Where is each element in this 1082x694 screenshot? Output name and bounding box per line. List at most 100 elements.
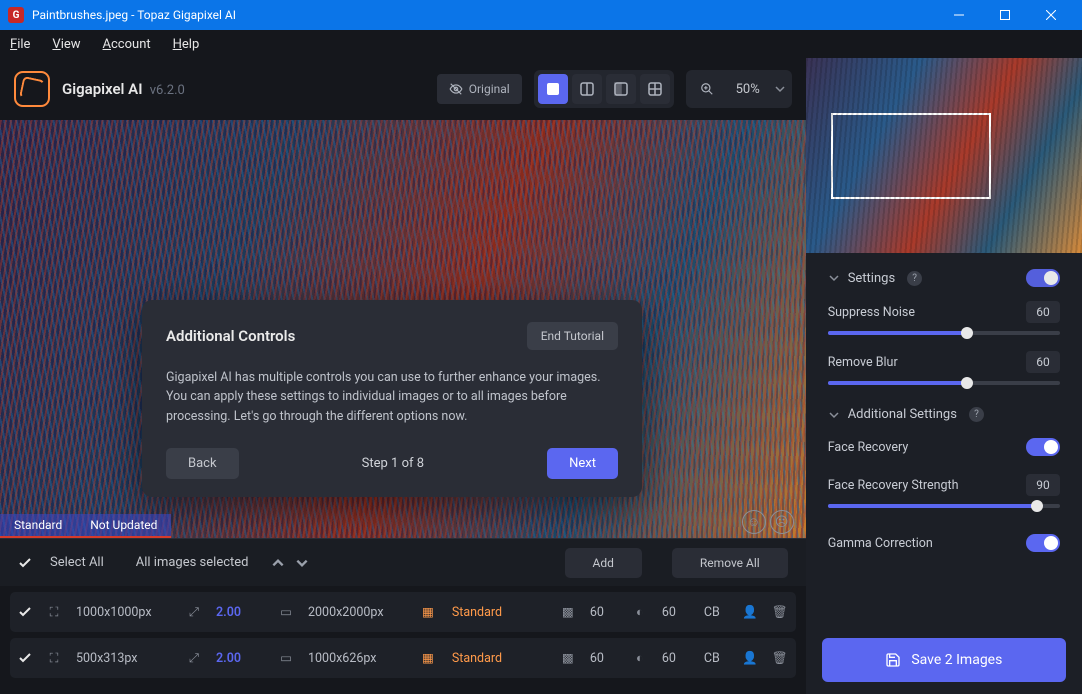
gamma-label: Gamma Correction <box>828 536 933 551</box>
step-indicator: Step 1 of 8 <box>239 456 548 471</box>
minimize-button[interactable] <box>936 0 982 30</box>
zoom-value[interactable]: 50% <box>728 82 768 97</box>
remove-all-button[interactable]: Remove All <box>672 548 788 578</box>
collapse-down-button[interactable] <box>291 552 313 574</box>
filestrip-header: Select All All images selected Add Remov… <box>0 538 806 586</box>
row-checkbox[interactable] <box>18 651 32 665</box>
menu-help[interactable]: Help <box>173 37 200 52</box>
update-badge: Not Updated <box>76 518 171 532</box>
window-title: Paintbrushes.jpeg - Topaz Gigapixel AI <box>32 8 936 22</box>
toolbar: Gigapixel AI v6.2.0 Original 50% <box>0 58 806 120</box>
select-all-checkbox[interactable] <box>18 556 32 570</box>
face-icon: 👤 <box>742 651 758 666</box>
face-strength-slider[interactable] <box>828 504 1060 508</box>
maximize-button[interactable] <box>982 0 1028 30</box>
noise-value: 60 <box>590 605 618 620</box>
help-icon[interactable]: ? <box>907 271 922 286</box>
face-recovery-toggle[interactable] <box>1026 438 1060 456</box>
select-all-label: Select All <box>50 555 104 570</box>
face-icon: 👤 <box>742 605 758 620</box>
canvas-status-strip: Standard Not Updated <box>0 514 171 538</box>
suppress-noise-row: Suppress Noise 60 <box>828 301 1060 335</box>
menubar: File View Account Help <box>0 30 1082 58</box>
save-icon <box>885 652 901 668</box>
settings-panel: Settings ? Suppress Noise 60 Remove B <box>806 58 1082 694</box>
face-recovery-row: Face Recovery <box>828 428 1060 466</box>
blur-value: 60 <box>662 651 690 666</box>
suppress-noise-label: Suppress Noise <box>828 305 915 320</box>
collapse-up-button[interactable] <box>267 552 289 574</box>
table-row[interactable]: ⛶500x313px⤢2.00▭1000x626px▦Standard▩60◐6… <box>10 638 796 678</box>
source-dimensions: 1000x1000px <box>76 605 172 620</box>
face-strength-row: Face Recovery Strength 90 <box>828 474 1060 508</box>
view-grid-button[interactable] <box>640 74 670 104</box>
mode-label: Standard <box>452 651 532 666</box>
app-icon: G <box>8 7 24 23</box>
additional-section-header[interactable]: Additional Settings ? <box>828 401 1060 428</box>
mode-icon: ▦ <box>422 604 434 620</box>
back-button[interactable]: Back <box>166 448 239 479</box>
suppress-noise-slider[interactable] <box>828 331 1060 335</box>
original-toggle[interactable]: Original <box>437 74 522 104</box>
scale-icon: ⤢ <box>186 605 202 620</box>
output-dimensions: 1000x626px <box>308 651 408 666</box>
help-icon[interactable]: ? <box>969 407 984 422</box>
feedback-happy-button[interactable]: ☺ <box>742 510 766 534</box>
delete-button[interactable]: 🗑 <box>772 651 788 666</box>
chevron-down-icon[interactable] <box>774 83 786 95</box>
original-label: Original <box>469 82 510 96</box>
face-strength-value[interactable]: 90 <box>1026 474 1060 496</box>
crop-icon: ⛶ <box>46 651 62 666</box>
settings-section-header[interactable]: Settings ? <box>828 263 1060 293</box>
gamma-toggle[interactable] <box>1026 534 1060 552</box>
chevron-down-icon <box>828 409 840 421</box>
menu-file[interactable]: File <box>10 37 30 52</box>
scale-value: 2.00 <box>216 605 264 620</box>
view-split-v-button[interactable] <box>572 74 602 104</box>
cb-label: CB <box>704 651 728 666</box>
view-single-button[interactable] <box>538 74 568 104</box>
mode-badge: Standard <box>0 518 76 532</box>
end-tutorial-button[interactable]: End Tutorial <box>527 322 618 350</box>
output-icon: ▭ <box>278 604 294 620</box>
add-button[interactable]: Add <box>565 548 642 578</box>
row-checkbox[interactable] <box>18 605 32 619</box>
blur-value: 60 <box>662 605 690 620</box>
next-button[interactable]: Next <box>547 448 618 479</box>
noise-value: 60 <box>590 651 618 666</box>
mode-icon: ▦ <box>422 650 434 666</box>
close-button[interactable] <box>1028 0 1074 30</box>
view-mode-group <box>534 70 674 108</box>
remove-blur-label: Remove Blur <box>828 355 898 370</box>
menu-account[interactable]: Account <box>103 37 151 52</box>
save-label: Save 2 Images <box>911 652 1002 668</box>
image-canvas[interactable]: Additional Controls End Tutorial Gigapix… <box>0 120 806 538</box>
app-logo-icon <box>14 71 50 107</box>
feedback-sad-button[interactable]: ☹ <box>770 510 794 534</box>
noise-icon: ▩ <box>560 650 576 666</box>
scale-value: 2.00 <box>216 651 264 666</box>
navigator-viewport-rect[interactable] <box>831 113 991 199</box>
delete-button[interactable]: 🗑 <box>772 605 788 620</box>
app-version: v6.2.0 <box>150 83 185 98</box>
file-list: ⛶ 1000x1000px ⤢ 2.00 ▭ 2000x2000px ▦ Standard ▩ 6… <box>0 586 806 694</box>
settings-label: Settings <box>848 271 895 286</box>
zoom-icon[interactable] <box>692 74 722 104</box>
output-dimensions: 2000x2000px <box>308 605 408 620</box>
table-row[interactable]: ⛶1000x1000px⤢2.00▭2000x2000px▦Standard▩6… <box>10 592 796 632</box>
suppress-noise-value[interactable]: 60 <box>1026 301 1060 323</box>
menu-view[interactable]: View <box>52 37 80 52</box>
settings-toggle[interactable] <box>1026 269 1060 287</box>
scale-icon: ⤢ <box>186 651 202 666</box>
noise-icon: ▩ <box>560 604 576 620</box>
selection-status: All images selected <box>136 555 249 570</box>
remove-blur-slider[interactable] <box>828 381 1060 385</box>
remove-blur-value[interactable]: 60 <box>1026 351 1060 373</box>
face-strength-label: Face Recovery Strength <box>828 478 959 493</box>
dialog-body: Gigapixel AI has multiple controls you c… <box>166 368 618 426</box>
navigator-thumbnail[interactable] <box>806 58 1082 253</box>
crop-icon: ⛶ <box>46 605 62 620</box>
view-side-button[interactable] <box>606 74 636 104</box>
save-images-button[interactable]: Save 2 Images <box>822 638 1066 682</box>
zoom-control: 50% <box>686 70 792 108</box>
